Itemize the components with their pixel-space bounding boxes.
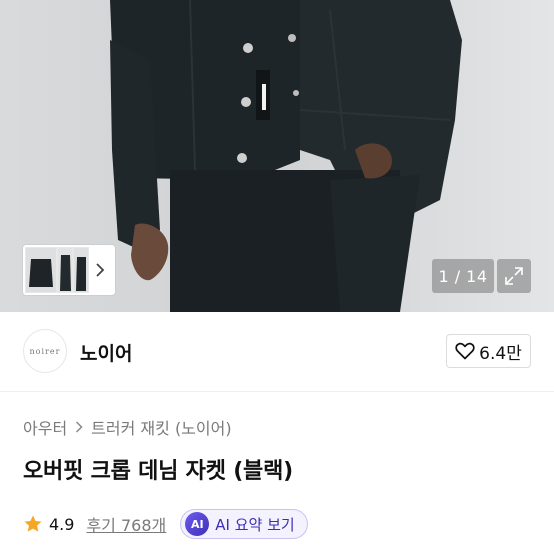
brand-name[interactable]: 노이어 xyxy=(80,339,132,366)
star-icon xyxy=(24,515,42,532)
heart-icon xyxy=(455,342,475,360)
rating-value: 4.9 xyxy=(49,514,75,534)
product-title: 오버핏 크롭 데님 자켓 (블랙) xyxy=(23,459,293,484)
review-count-link[interactable]: 후기 768개 xyxy=(86,512,166,536)
ai-summary-label: AI 요약 보기 xyxy=(215,515,295,534)
chevron-right-icon xyxy=(75,421,83,433)
brand-logo[interactable]: noirer xyxy=(23,329,67,373)
like-button[interactable]: 6.4만 xyxy=(446,334,531,368)
breadcrumb-item-outer[interactable]: 아우터 xyxy=(23,415,67,439)
expand-icon[interactable] xyxy=(497,259,531,293)
thumbnail-images[interactable] xyxy=(25,247,89,293)
brand-row: noirer 노이어 6.4만 xyxy=(0,312,554,392)
product-image-gallery[interactable]: 1 / 14 xyxy=(0,0,554,312)
rating-row: 4.9 후기 768개 AI AI 요약 보기 xyxy=(23,508,308,540)
like-count: 6.4만 xyxy=(479,343,522,364)
ai-badge-icon: AI xyxy=(185,512,210,536)
ai-summary-button[interactable]: AI AI 요약 보기 xyxy=(180,509,308,539)
breadcrumb: 아우터 트러커 재킷 (노이어) xyxy=(23,415,232,439)
thumbnail-strip[interactable] xyxy=(23,245,115,295)
chevron-right-icon[interactable] xyxy=(89,247,111,293)
image-counter: 1 / 14 xyxy=(432,259,494,293)
breadcrumb-item-trucker-jacket[interactable]: 트러커 재킷 (노이어) xyxy=(91,415,231,439)
